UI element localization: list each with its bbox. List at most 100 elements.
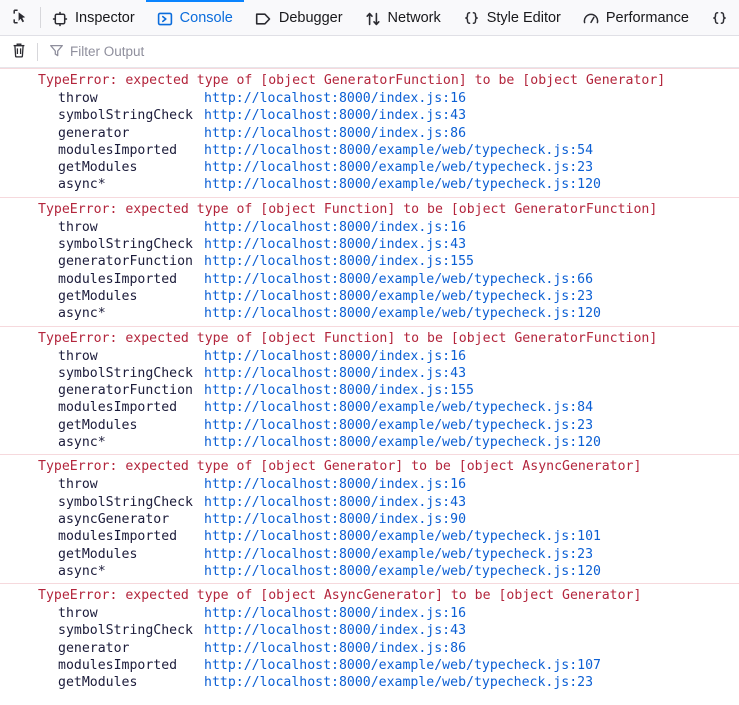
stack-frame: getModules http://localhost:8000/example/… (0, 159, 739, 176)
stack-frame-function: throw (58, 219, 98, 235)
tab-label: Debugger (278, 10, 343, 27)
stack-frame: modulesImported http://localhost:8000/exa… (0, 399, 739, 416)
stack-frame: async* http://localhost:8000/example/web/… (0, 305, 739, 322)
stack-frame-function: generatorFunction (58, 254, 193, 270)
stack-frame-source-link[interactable]: http://localhost:8000/index.js:43 (204, 622, 466, 639)
stack-frame-source-link[interactable]: http://localhost:8000/example/web/typech… (204, 399, 593, 416)
stack-trace: throw http://localhost:8000/index.js:16 sy… (0, 219, 739, 323)
stack-frame: throw http://localhost:8000/index.js:16 (0, 476, 739, 493)
stack-frame: async* http://localhost:8000/example/web/… (0, 176, 739, 193)
stack-frame-source-link[interactable]: http://localhost:8000/example/web/typech… (204, 674, 593, 691)
stack-frame-source-link[interactable]: http://localhost:8000/index.js:90 (204, 511, 466, 528)
performance-gauge-icon (583, 11, 599, 27)
stack-frame: throw http://localhost:8000/index.js:16 (0, 90, 739, 107)
stack-frame-source-link[interactable]: http://localhost:8000/index.js:16 (204, 476, 466, 493)
stack-frame-function: getModules (58, 417, 138, 433)
stack-frame-source-link[interactable]: http://localhost:8000/index.js:86 (204, 125, 466, 142)
stack-frame: modulesImported http://localhost:8000/exa… (0, 657, 739, 674)
stack-frame-source-link[interactable]: http://localhost:8000/example/web/typech… (204, 657, 601, 674)
stack-frame: generator http://localhost:8000/index.js:… (0, 125, 739, 142)
tab-label: Inspector (75, 10, 135, 27)
stack-frame-source-link[interactable]: http://localhost:8000/index.js:86 (204, 640, 466, 657)
stack-frame-source-link[interactable]: http://localhost:8000/index.js:16 (204, 605, 466, 622)
debugger-tag-icon (255, 11, 272, 27)
stack-frame-source-link[interactable]: http://localhost:8000/example/web/typech… (204, 528, 601, 545)
stack-frame-source-link[interactable]: http://localhost:8000/example/web/typech… (204, 305, 601, 322)
stack-frame-source-link[interactable]: http://localhost:8000/index.js:43 (204, 107, 466, 124)
devtools-tablist: Inspector Console Debugger Network Style… (41, 0, 739, 35)
stack-frame: symbolStringCheck http://localhost:8000/i… (0, 622, 739, 639)
stack-frame-source-link[interactable]: http://localhost:8000/example/web/typech… (204, 434, 601, 451)
stack-frame-source-link[interactable]: http://localhost:8000/example/web/typech… (204, 176, 601, 193)
tab-console[interactable]: Console (145, 0, 244, 35)
stack-frame-source-link[interactable]: http://localhost:8000/index.js:43 (204, 365, 466, 382)
console-message-error[interactable]: TypeError: expected type of [object Gene… (0, 454, 739, 584)
tab-label: Performance (605, 10, 689, 27)
stack-frame-function: getModules (58, 288, 138, 304)
error-message-text: TypeError: expected type of [object Gene… (38, 73, 666, 88)
stack-frame-source-link[interactable]: http://localhost:8000/index.js:16 (204, 219, 466, 236)
stack-frame-source-link[interactable]: http://localhost:8000/index.js:16 (204, 90, 466, 107)
stack-frame-function: getModules (58, 675, 138, 691)
stack-frame-function: modulesImported (58, 271, 178, 287)
clear-console-button[interactable] (0, 36, 37, 67)
tab-style-editor[interactable]: Style Editor (452, 0, 572, 35)
stack-frame: throw http://localhost:8000/index.js:16 (0, 605, 739, 622)
filter-input[interactable] (70, 36, 739, 67)
console-message-error[interactable]: TypeError: expected type of [object Asyn… (0, 583, 739, 695)
stack-frame: async* http://localhost:8000/example/web/… (0, 563, 739, 580)
tab-memory[interactable] (700, 0, 735, 35)
devtools-toolbar: Inspector Console Debugger Network Style… (0, 0, 739, 36)
stack-frame-source-link[interactable]: http://localhost:8000/example/web/typech… (204, 546, 593, 563)
inspector-target-icon (52, 11, 68, 27)
stack-frame-function: async* (58, 435, 106, 451)
stack-frame: symbolStringCheck http://localhost:8000/i… (0, 236, 739, 253)
element-picker-button[interactable] (0, 0, 40, 35)
stack-frame-function: throw (58, 477, 98, 493)
tab-label: Style Editor (486, 10, 561, 27)
tab-network[interactable]: Network (354, 0, 452, 35)
stack-frame-source-link[interactable]: http://localhost:8000/example/web/typech… (204, 142, 593, 159)
stack-frame-function: modulesImported (58, 658, 178, 674)
stack-frame-source-link[interactable]: http://localhost:8000/index.js:43 (204, 494, 466, 511)
stack-frame-function: async* (58, 563, 106, 579)
console-message-error[interactable]: TypeError: expected type of [object Func… (0, 196, 739, 326)
console-filter-bar (0, 36, 739, 68)
stack-frame-source-link[interactable]: http://localhost:8000/example/web/typech… (204, 417, 593, 434)
stack-frame: getModules http://localhost:8000/example/… (0, 417, 739, 434)
stack-frame-function: throw (58, 606, 98, 622)
stack-frame: modulesImported http://localhost:8000/exa… (0, 142, 739, 159)
stack-frame-source-link[interactable]: http://localhost:8000/example/web/typech… (204, 563, 601, 580)
stack-frame-function: symbolStringCheck (58, 108, 193, 124)
stack-frame-source-link[interactable]: http://localhost:8000/example/web/typech… (204, 159, 593, 176)
stack-frame: symbolStringCheck http://localhost:8000/i… (0, 494, 739, 511)
stack-frame-function: symbolStringCheck (58, 365, 193, 381)
console-message-error[interactable]: TypeError: expected type of [object Gene… (0, 68, 739, 197)
stack-frame: getModules http://localhost:8000/example/… (0, 546, 739, 563)
stack-trace: throw http://localhost:8000/index.js:16 sy… (0, 348, 739, 452)
stack-frame-function: throw (58, 91, 98, 106)
tab-debugger[interactable]: Debugger (244, 0, 354, 35)
stack-frame-source-link[interactable]: http://localhost:8000/index.js:43 (204, 236, 466, 253)
network-arrows-icon (365, 11, 381, 27)
stack-frame-source-link[interactable]: http://localhost:8000/example/web/typech… (204, 271, 593, 288)
memory-braces-icon (711, 11, 728, 27)
console-prompt-icon (157, 11, 173, 27)
tab-performance[interactable]: Performance (572, 0, 700, 35)
console-output[interactable]: TypeError: expected type of [object Gene… (0, 68, 739, 705)
stack-frame-source-link[interactable]: http://localhost:8000/index.js:16 (204, 348, 466, 365)
stack-frame: throw http://localhost:8000/index.js:16 (0, 219, 739, 236)
filter-input-wrapper (38, 36, 739, 67)
stack-frame: async* http://localhost:8000/example/web/… (0, 434, 739, 451)
tab-inspector[interactable]: Inspector (41, 0, 146, 35)
stack-frame-source-link[interactable]: http://localhost:8000/index.js:155 (204, 253, 474, 270)
stack-frame: modulesImported http://localhost:8000/exa… (0, 271, 739, 288)
stack-frame-source-link[interactable]: http://localhost:8000/index.js:155 (204, 382, 474, 399)
trash-icon (11, 42, 27, 62)
stack-frame: generatorFunction http://localhost:8000/i… (0, 382, 739, 399)
console-message-error[interactable]: TypeError: expected type of [object Func… (0, 325, 739, 455)
stack-trace: throw http://localhost:8000/index.js:16 sy… (0, 90, 739, 194)
stack-frame-source-link[interactable]: http://localhost:8000/example/web/typech… (204, 288, 593, 305)
stack-frame-function: modulesImported (58, 529, 178, 545)
stack-frame: symbolStringCheck http://localhost:8000/i… (0, 107, 739, 124)
